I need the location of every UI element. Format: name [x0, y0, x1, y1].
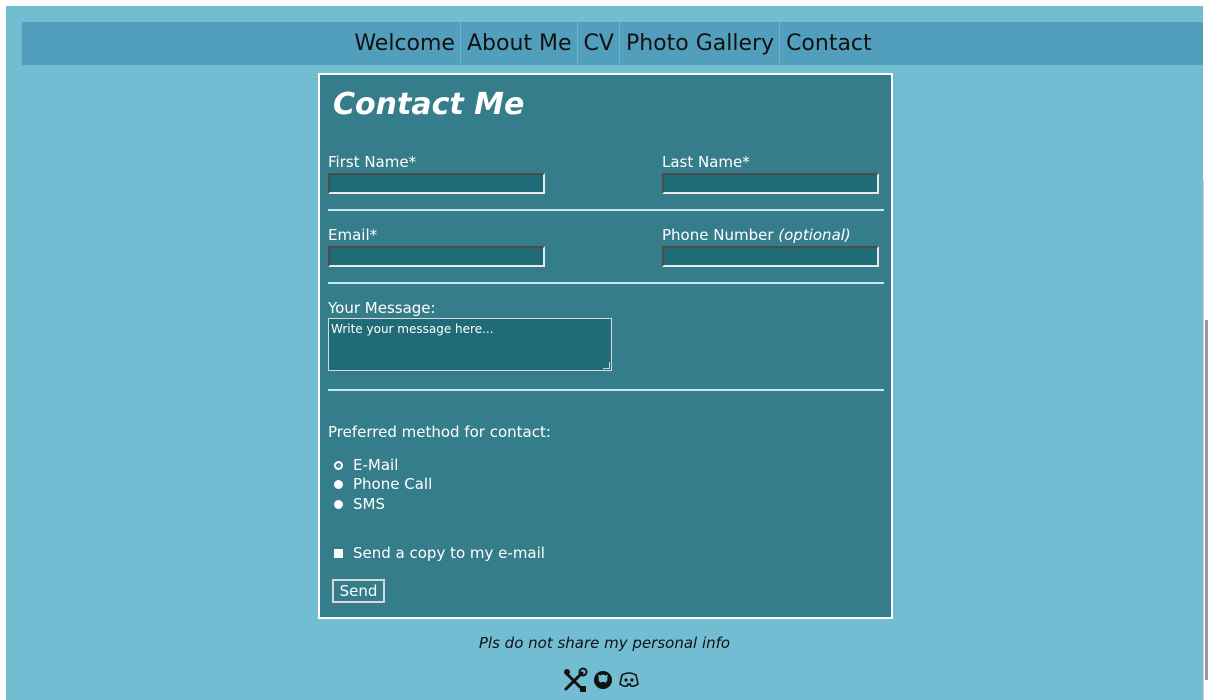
last-name-label: Last Name* [662, 153, 750, 171]
tools-icon[interactable] [562, 667, 588, 693]
copy-checkbox[interactable] [334, 548, 343, 558]
divider [328, 209, 884, 211]
copy-checkbox-row[interactable]: Send a copy to my e-mail [334, 544, 545, 562]
message-placeholder: Write your message here... [331, 322, 494, 336]
phone-label-text: Phone Number [662, 226, 774, 244]
radio-label: E-Mail [353, 456, 399, 474]
last-name-field[interactable] [662, 173, 879, 194]
radio-sms[interactable]: SMS [334, 495, 385, 513]
message-textarea[interactable]: Write your message here... [328, 318, 612, 371]
footer-icons [562, 667, 640, 693]
resize-handle[interactable] [603, 362, 610, 369]
radio-label: Phone Call [353, 475, 433, 493]
github-icon[interactable] [593, 670, 613, 690]
phone-label: Phone Number (optional) [662, 226, 851, 244]
send-button[interactable]: Send [332, 579, 385, 603]
radio-button[interactable] [334, 479, 343, 489]
copy-checkbox-label: Send a copy to my e-mail [353, 544, 545, 562]
radio-phone-call[interactable]: Phone Call [334, 475, 432, 493]
nav-photo-gallery[interactable]: Photo Gallery [620, 22, 781, 65]
scrollbar-thumb[interactable] [1205, 320, 1208, 680]
discord-icon[interactable] [618, 670, 640, 690]
first-name-field[interactable] [328, 173, 545, 194]
radio-email[interactable]: E-Mail [334, 456, 398, 474]
divider [328, 282, 884, 284]
nav-about-me[interactable]: About Me [461, 22, 578, 65]
page-title: Contact Me [333, 87, 525, 122]
radio-button[interactable] [334, 460, 343, 470]
email-field[interactable] [328, 246, 545, 267]
contact-method-label: Preferred method for contact: [328, 423, 551, 441]
top-navbar: Welcome About Me CV Photo Gallery Contac… [22, 22, 1203, 65]
phone-field[interactable] [662, 246, 879, 267]
nav-welcome[interactable]: Welcome [348, 22, 461, 65]
nav-contact[interactable]: Contact [780, 22, 877, 65]
footer-note: Pls do not share my personal info [478, 634, 731, 652]
message-label: Your Message: [328, 299, 436, 317]
radio-label: SMS [353, 495, 385, 513]
radio-button[interactable] [334, 499, 343, 509]
contact-form-card: Contact Me First Name* Last Name* Email*… [318, 73, 893, 619]
phone-optional-hint: (optional) [778, 226, 851, 244]
nav-cv[interactable]: CV [578, 22, 620, 65]
divider [328, 389, 884, 391]
first-name-label: First Name* [328, 153, 417, 171]
email-label: Email* [328, 226, 378, 244]
